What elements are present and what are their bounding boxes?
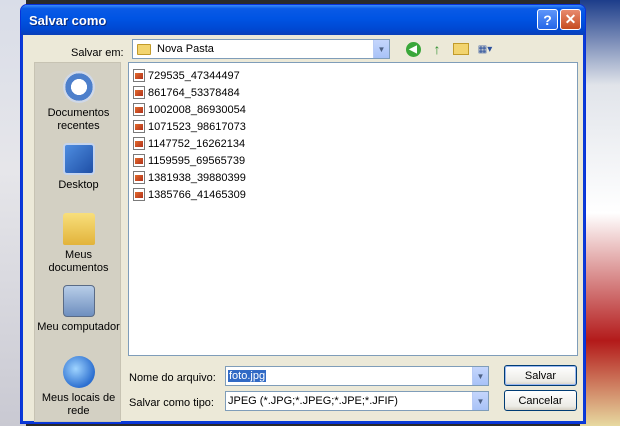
- up-folder-icon: ↑: [433, 41, 441, 57]
- new-folder-icon: [453, 43, 469, 55]
- image-file-icon: [133, 171, 145, 184]
- image-file-icon: [133, 137, 145, 150]
- image-file-icon: [133, 69, 145, 82]
- file-item[interactable]: 1002008_86930054: [129, 101, 577, 118]
- save-in-label: Salvar em:: [71, 47, 124, 59]
- file-name: 861764_53378484: [148, 86, 240, 99]
- close-button[interactable]: ✕: [560, 9, 581, 30]
- place-my-documents[interactable]: Meus documentos: [35, 213, 122, 275]
- filename-label: Nome do arquivo:: [129, 372, 216, 384]
- place-label: Meu computador: [37, 321, 120, 333]
- place-label: Desktop: [58, 179, 99, 191]
- chevron-down-icon[interactable]: ▼: [472, 367, 488, 385]
- file-name: 729535_47344497: [148, 69, 240, 82]
- file-item[interactable]: 1147752_16262134: [129, 135, 577, 152]
- save-in-dropdown[interactable]: Nova Pasta ▼: [132, 39, 390, 59]
- dialog-title: Salvar como: [29, 12, 107, 28]
- help-button[interactable]: ?: [537, 9, 558, 30]
- save-as-dialog: Salvar como ? ✕ Salvar em: Nova Pasta ▼ …: [20, 4, 586, 424]
- back-arrow-icon: ◀: [405, 41, 421, 57]
- recent-documents-icon: [62, 71, 95, 103]
- place-recent-documents[interactable]: Documentos recentes: [35, 71, 122, 133]
- views-menu-button[interactable]: ▦▾: [476, 41, 494, 57]
- file-item[interactable]: 729535_47344497: [129, 67, 577, 84]
- my-documents-icon: [62, 213, 95, 245]
- chevron-down-icon[interactable]: ▼: [373, 40, 389, 58]
- file-type-dropdown[interactable]: JPEG (*.JPG;*.JPEG;*.JPE;*.JFIF) ▼: [225, 391, 489, 411]
- file-type-value: JPEG (*.JPG;*.JPEG;*.JPE;*.JFIF): [228, 395, 398, 407]
- chevron-down-icon[interactable]: ▼: [472, 392, 488, 410]
- file-item[interactable]: 861764_53378484: [129, 84, 577, 101]
- image-file-icon: [133, 103, 145, 116]
- file-name: 1159595_69565739: [148, 154, 246, 167]
- place-network[interactable]: Meus locais de rede: [35, 356, 122, 418]
- filename-input[interactable]: foto.jpg ▼: [225, 366, 489, 386]
- file-name: 1002008_86930054: [148, 103, 246, 116]
- save-button[interactable]: Salvar: [504, 365, 577, 386]
- views-icon: ▦▾: [477, 43, 493, 55]
- new-folder-button[interactable]: [452, 41, 470, 57]
- places-bar: Documentos recentes Desktop Meus documen…: [34, 62, 121, 422]
- file-item[interactable]: 1159595_69565739: [129, 152, 577, 169]
- folder-icon: [137, 43, 151, 55]
- background-right: [580, 0, 620, 426]
- place-label: Meus locais de rede: [41, 392, 116, 417]
- place-label: Meus documentos: [48, 249, 109, 274]
- network-places-icon: [62, 356, 95, 388]
- dialog-body: Salvar em: Nova Pasta ▼ ◀ ↑ ▦▾ Documento…: [24, 35, 582, 423]
- my-computer-icon: [62, 285, 95, 317]
- back-button[interactable]: ◀: [404, 41, 422, 57]
- file-name: 1147752_16262134: [148, 137, 246, 150]
- up-one-level-button[interactable]: ↑: [428, 41, 446, 57]
- file-item[interactable]: 1071523_98617073: [129, 118, 577, 135]
- save-in-value: Nova Pasta: [157, 43, 214, 55]
- place-label: Documentos recentes: [47, 107, 110, 132]
- title-bar[interactable]: Salvar como ? ✕: [21, 5, 585, 35]
- file-name: 1381938_39880399: [148, 171, 246, 184]
- place-desktop[interactable]: Desktop: [35, 143, 122, 192]
- file-name: 1385766_41465309: [148, 188, 246, 201]
- file-item[interactable]: 1385766_41465309: [129, 186, 577, 203]
- image-file-icon: [133, 120, 145, 133]
- desktop-icon: [62, 143, 95, 175]
- file-name: 1071523_98617073: [148, 120, 246, 133]
- cancel-button[interactable]: Cancelar: [504, 390, 577, 411]
- place-my-computer[interactable]: Meu computador: [35, 285, 122, 334]
- file-item[interactable]: 1381938_39880399: [129, 169, 577, 186]
- file-list[interactable]: 729535_47344497 861764_53378484 1002008_…: [128, 62, 578, 356]
- image-file-icon: [133, 86, 145, 99]
- image-file-icon: [133, 188, 145, 201]
- filename-value: foto.jpg: [228, 370, 267, 382]
- navigation-toolbar: ◀ ↑ ▦▾: [404, 41, 494, 57]
- file-type-label: Salvar como tipo:: [129, 397, 214, 409]
- image-file-icon: [133, 154, 145, 167]
